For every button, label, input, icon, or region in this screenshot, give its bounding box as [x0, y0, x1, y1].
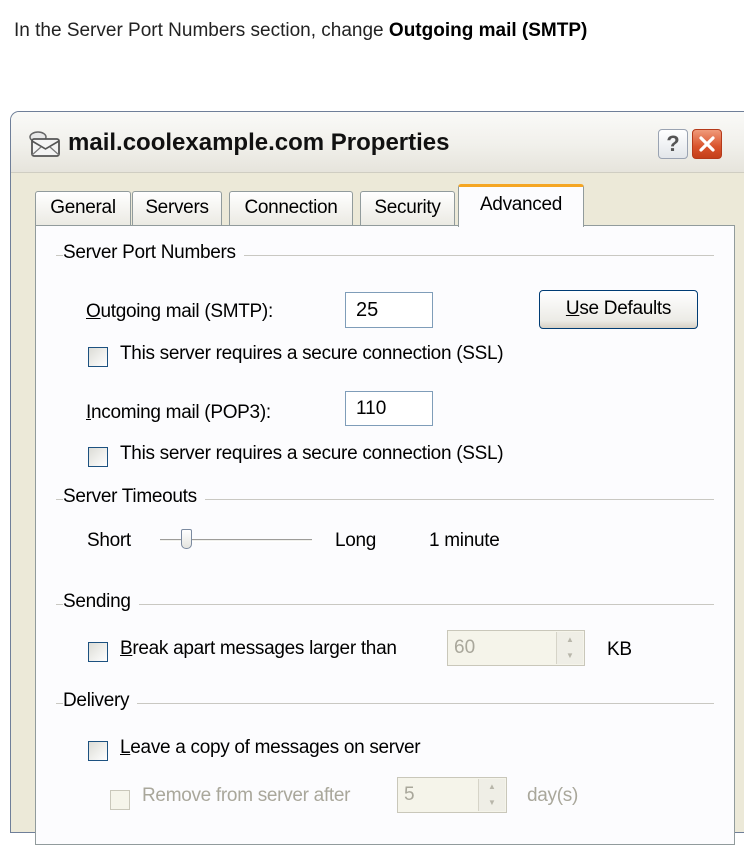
tab-servers[interactable]: Servers	[132, 191, 222, 225]
properties-dialog: mail.coolexample.com Properties ? Genera…	[10, 111, 744, 845]
mail-account-icon	[29, 131, 60, 157]
spinner-buttons: ▲ ▼	[556, 632, 583, 664]
delivery-divider	[56, 703, 714, 704]
outgoing-ssl-checkbox[interactable]	[88, 347, 108, 367]
remove-days-spinner: 5 ▲ ▼	[397, 777, 507, 813]
use-defaults-button[interactable]: Use Defaults	[539, 290, 698, 329]
close-icon	[699, 136, 715, 152]
advanced-tab-panel: Server Port Numbers Outgoing mail (SMTP)…	[35, 225, 735, 845]
break-apart-size-spinner: 60 ▲ ▼	[447, 630, 585, 666]
outgoing-ssl-label: This server requires a secure connection…	[120, 343, 504, 364]
tab-connection[interactable]: Connection	[229, 191, 353, 225]
spinner-up-icon: ▲	[566, 635, 574, 644]
timeout-value-text: 1 minute	[429, 530, 500, 551]
use-defaults-label: se Defaults	[579, 298, 672, 319]
break-apart-label-text: reak apart messages larger than	[132, 638, 397, 659]
remove-after-label: Remove from server after	[142, 785, 351, 806]
remove-days-spinner-buttons: ▲ ▼	[478, 779, 505, 811]
remove-after-checkbox	[110, 790, 130, 810]
outgoing-port-input[interactable]: 25	[345, 292, 433, 328]
dialog-titlebar[interactable]: mail.coolexample.com Properties ?	[11, 112, 744, 173]
leave-copy-label-text: eave a copy of messages on server	[130, 737, 421, 758]
break-apart-label: Break apart messages larger than	[120, 638, 397, 659]
tab-security[interactable]: Security	[360, 191, 455, 225]
outgoing-mail-label-text: utgoing mail (SMTP):	[100, 301, 273, 322]
instruction-text: In the Server Port Numbers section, chan…	[14, 20, 744, 42]
leave-copy-label: Leave a copy of messages on server	[120, 737, 421, 758]
remove-days-unit: day(s)	[527, 785, 578, 806]
tab-strip: General Servers Connection Security Adva…	[35, 184, 744, 227]
leave-copy-checkbox[interactable]	[88, 741, 108, 761]
help-button[interactable]: ?	[658, 129, 688, 159]
break-apart-size-value: 60	[454, 637, 476, 658]
break-apart-checkbox[interactable]	[88, 642, 108, 662]
timeout-slider-thumb[interactable]	[181, 529, 193, 549]
incoming-mail-label: Incoming mail (POP3):	[86, 402, 271, 423]
server-ports-section-title: Server Port Numbers	[63, 242, 244, 264]
tab-general[interactable]: General	[35, 191, 131, 225]
tab-advanced[interactable]: Advanced	[458, 184, 584, 227]
incoming-port-input[interactable]: 110	[345, 391, 433, 426]
instruction-bold: Outgoing mail (SMTP)	[388, 20, 588, 41]
break-apart-unit: KB	[607, 639, 632, 660]
spinner-down-icon: ▼	[566, 651, 574, 660]
sending-divider	[56, 604, 714, 605]
outgoing-mail-label: Outgoing mail (SMTP):	[86, 301, 273, 322]
close-button[interactable]	[692, 129, 722, 159]
timeout-short-label: Short	[87, 530, 131, 551]
remove-days-up-icon: ▲	[488, 782, 496, 791]
dialog-title: mail.coolexample.com Properties	[68, 129, 450, 156]
incoming-mail-label-text: ncoming mail (POP3):	[90, 402, 271, 423]
incoming-ssl-checkbox[interactable]	[88, 447, 108, 467]
remove-days-value: 5	[404, 784, 415, 805]
sending-section-title: Sending	[63, 591, 139, 613]
timeout-long-label: Long	[335, 530, 377, 551]
delivery-section-title: Delivery	[63, 690, 138, 712]
instruction-prefix: In the Server Port Numbers section, chan…	[14, 20, 389, 41]
incoming-ssl-label: This server requires a secure connection…	[120, 443, 504, 464]
server-timeouts-section-title: Server Timeouts	[63, 486, 205, 508]
remove-days-down-icon: ▼	[488, 798, 496, 807]
